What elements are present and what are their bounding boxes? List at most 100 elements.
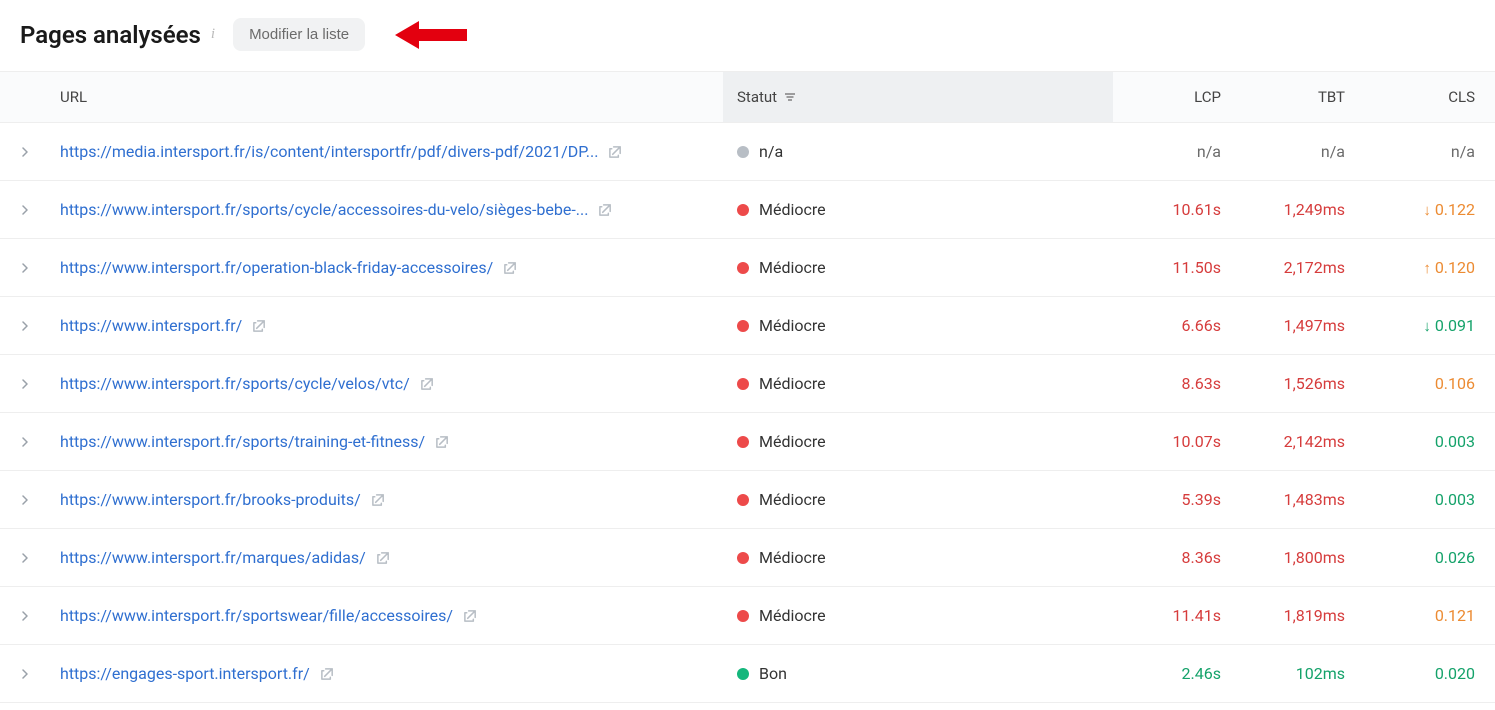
expand-button[interactable] <box>0 147 50 157</box>
url-link[interactable]: https://media.intersport.fr/is/content/i… <box>60 142 598 161</box>
column-header-cls[interactable]: CLS <box>1361 88 1495 106</box>
lcp-value: 11.41s <box>1113 606 1237 625</box>
status-label: Médiocre <box>759 606 826 625</box>
expand-button[interactable] <box>0 553 50 563</box>
lcp-value: 8.36s <box>1113 548 1237 567</box>
status-dot <box>737 320 749 332</box>
cls-value: 0.121 <box>1435 606 1475 625</box>
cls-value: 0.003 <box>1435 432 1475 451</box>
status-label: Médiocre <box>759 432 826 451</box>
status-cell: Médiocre <box>723 258 1113 277</box>
status-cell: Médiocre <box>723 548 1113 567</box>
url-link[interactable]: https://www.intersport.fr/sportswear/fil… <box>60 606 453 625</box>
external-link-icon[interactable] <box>252 318 267 333</box>
status-label: Bon <box>759 664 787 683</box>
status-label: Médiocre <box>759 258 826 277</box>
external-link-icon[interactable] <box>463 608 478 623</box>
external-link-icon[interactable] <box>420 376 435 391</box>
url-link[interactable]: https://engages-sport.intersport.fr/ <box>60 664 310 683</box>
cls-value: 0.003 <box>1435 490 1475 509</box>
tbt-value: 1,497ms <box>1237 316 1361 335</box>
external-link-icon[interactable] <box>503 260 518 275</box>
cls-value: 0.026 <box>1435 548 1475 567</box>
expand-button[interactable] <box>0 495 50 505</box>
url-cell: https://www.intersport.fr/ <box>50 316 723 335</box>
external-link-icon[interactable] <box>320 666 335 681</box>
status-cell: Médiocre <box>723 374 1113 393</box>
lcp-value: 11.50s <box>1113 258 1237 277</box>
url-link[interactable]: https://www.intersport.fr/ <box>60 316 242 335</box>
cls-cell: ↓0.122 <box>1361 200 1495 219</box>
tbt-value: 1,800ms <box>1237 548 1361 567</box>
lcp-value: 6.66s <box>1113 316 1237 335</box>
status-dot <box>737 610 749 622</box>
lcp-value: 10.07s <box>1113 432 1237 451</box>
status-cell: Médiocre <box>723 432 1113 451</box>
expand-button[interactable] <box>0 669 50 679</box>
url-cell: https://www.intersport.fr/sports/trainin… <box>50 432 723 451</box>
status-dot <box>737 146 749 158</box>
table-header: URL Statut LCP TBT CLS <box>0 71 1495 123</box>
external-link-icon[interactable] <box>376 550 391 565</box>
cls-cell: n/a <box>1361 142 1495 161</box>
status-dot <box>737 552 749 564</box>
expand-button[interactable] <box>0 205 50 215</box>
url-cell: https://www.intersport.fr/brooks-produit… <box>50 490 723 509</box>
lcp-value: n/a <box>1113 142 1237 161</box>
url-link[interactable]: https://www.intersport.fr/sports/cycle/v… <box>60 374 410 393</box>
trend-down-icon: ↓ <box>1423 317 1431 335</box>
status-label: Médiocre <box>759 548 826 567</box>
expand-button[interactable] <box>0 321 50 331</box>
tbt-value: n/a <box>1237 142 1361 161</box>
status-label: n/a <box>759 142 783 161</box>
cls-cell: 0.003 <box>1361 490 1495 509</box>
external-link-icon[interactable] <box>435 434 450 449</box>
status-label: Médiocre <box>759 374 826 393</box>
arrow-annotation <box>395 19 467 51</box>
modify-list-button[interactable]: Modifier la liste <box>233 18 365 51</box>
url-link[interactable]: https://www.intersport.fr/sports/cycle/a… <box>60 200 588 219</box>
url-cell: https://www.intersport.fr/marques/adidas… <box>50 548 723 567</box>
external-link-icon[interactable] <box>608 144 623 159</box>
cls-cell: ↓0.091 <box>1361 316 1495 335</box>
expand-button[interactable] <box>0 263 50 273</box>
table-row: https://engages-sport.intersport.fr/Bon2… <box>0 645 1495 703</box>
column-header-lcp[interactable]: LCP <box>1113 88 1237 106</box>
column-header-status[interactable]: Statut <box>723 72 1113 122</box>
cls-value: 0.120 <box>1435 258 1475 277</box>
status-dot <box>737 668 749 680</box>
cls-value: n/a <box>1451 142 1475 161</box>
url-link[interactable]: https://www.intersport.fr/operation-blac… <box>60 258 493 277</box>
status-cell: Médiocre <box>723 606 1113 625</box>
trend-down-icon: ↓ <box>1423 201 1431 219</box>
status-dot <box>737 378 749 390</box>
expand-button[interactable] <box>0 611 50 621</box>
url-link[interactable]: https://www.intersport.fr/marques/adidas… <box>60 548 366 567</box>
expand-button[interactable] <box>0 437 50 447</box>
lcp-value: 8.63s <box>1113 374 1237 393</box>
expand-button[interactable] <box>0 379 50 389</box>
cls-value: 0.122 <box>1435 200 1475 219</box>
column-header-url[interactable]: URL <box>50 88 723 106</box>
external-link-icon[interactable] <box>371 492 386 507</box>
status-cell: Bon <box>723 664 1113 683</box>
status-dot <box>737 204 749 216</box>
table-row: https://www.intersport.fr/sportswear/fil… <box>0 587 1495 645</box>
url-link[interactable]: https://www.intersport.fr/brooks-produit… <box>60 490 361 509</box>
column-header-tbt[interactable]: TBT <box>1237 88 1361 106</box>
status-label: Médiocre <box>759 316 826 335</box>
url-link[interactable]: https://www.intersport.fr/sports/trainin… <box>60 432 425 451</box>
external-link-icon[interactable] <box>598 202 613 217</box>
column-header-status-label: Statut <box>737 88 777 106</box>
table-row: https://www.intersport.fr/sports/cycle/a… <box>0 181 1495 239</box>
pages-table: URL Statut LCP TBT CLS https://media.int… <box>0 71 1495 703</box>
table-row: https://www.intersport.fr/sports/trainin… <box>0 413 1495 471</box>
info-icon[interactable]: i <box>211 26 215 43</box>
tbt-value: 1,526ms <box>1237 374 1361 393</box>
tbt-value: 2,142ms <box>1237 432 1361 451</box>
status-cell: Médiocre <box>723 200 1113 219</box>
cls-cell: 0.121 <box>1361 606 1495 625</box>
tbt-value: 2,172ms <box>1237 258 1361 277</box>
url-cell: https://engages-sport.intersport.fr/ <box>50 664 723 683</box>
status-dot <box>737 262 749 274</box>
